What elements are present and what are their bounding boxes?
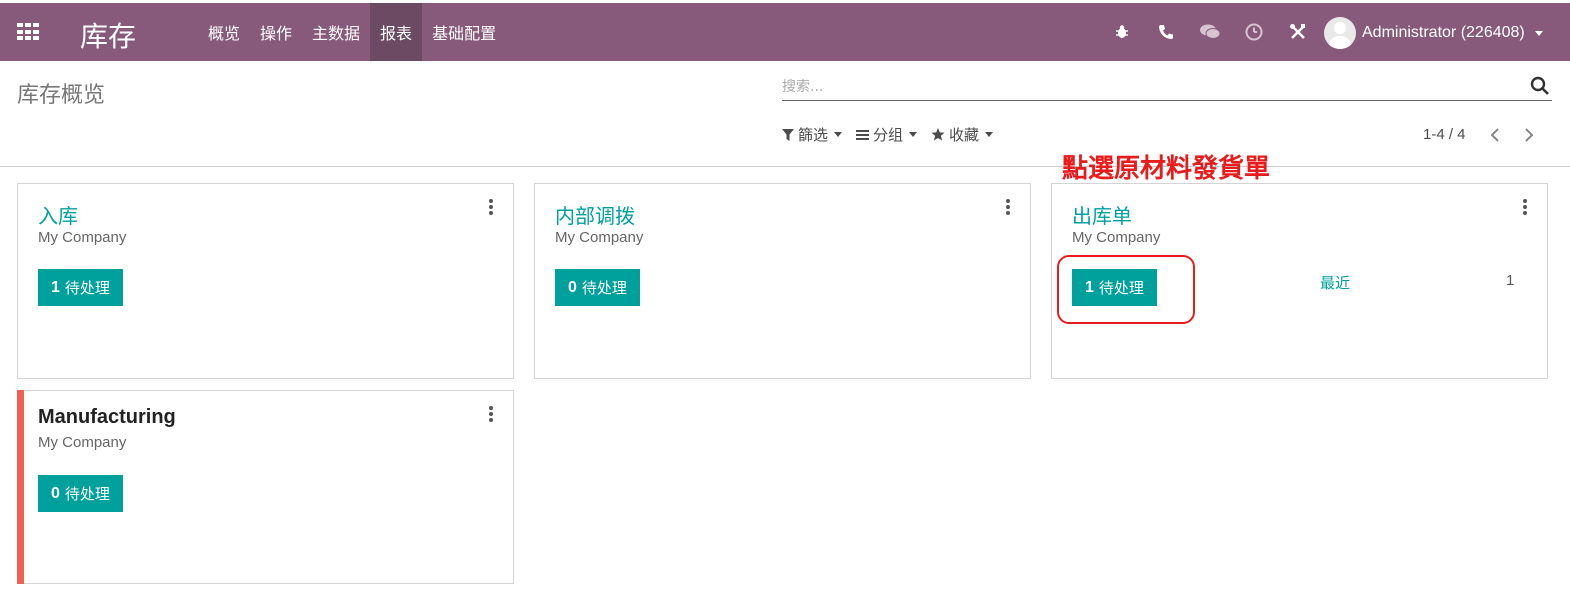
pending-label: 待处理 [64, 279, 110, 297]
recent-count: 1 [1506, 272, 1515, 289]
top-navbar: 库存 概览 操作 主数据 报表 基础配置 Administrator (2264… [0, 3, 1570, 61]
user-name: Administrator (226408) [1362, 24, 1525, 41]
group-by-button[interactable]: 分组 [856, 124, 918, 145]
tools-icon[interactable] [1276, 3, 1320, 61]
main-menu: 概览 操作 主数据 报表 基础配置 [198, 3, 506, 61]
operation-card-delivery: 出库单 My Company 1 待处理 最近 1 [1051, 183, 1548, 379]
favorites-button[interactable]: 收藏 [931, 124, 994, 145]
chevron-left-icon[interactable] [1486, 126, 1504, 144]
card-company: My Company [38, 229, 127, 246]
pending-button[interactable]: 1 待处理 [38, 269, 123, 306]
card-title[interactable]: 出库单 [1072, 200, 1132, 229]
menu-item-configuration[interactable]: 基础配置 [422, 3, 506, 61]
clock-icon[interactable] [1232, 3, 1276, 61]
card-company: My Company [38, 434, 127, 451]
user-menu[interactable]: Administrator (226408) [1324, 16, 1543, 50]
menu-item-reporting[interactable]: 报表 [370, 3, 423, 61]
search-bar [782, 73, 1552, 101]
pager-value[interactable]: 1-4 / 4 [1423, 126, 1466, 143]
chevron-right-icon[interactable] [1520, 126, 1538, 144]
card-title[interactable]: 内部调拨 [555, 200, 635, 229]
chevron-down-icon [909, 132, 918, 137]
operation-card-internal: 内部调拨 My Company 0 待处理 [534, 183, 1031, 379]
operation-card-receipts: 入库 My Company 1 待处理 [17, 183, 514, 379]
app-brand[interactable]: 库存 [80, 15, 136, 55]
chevron-down-icon [985, 132, 994, 137]
search-options: 篩选 分组 收藏 [782, 124, 1007, 145]
bug-icon[interactable] [1100, 3, 1144, 61]
pending-count: 1 [1085, 278, 1094, 296]
pending-label: 待处理 [1098, 279, 1144, 297]
menu-item-overview[interactable]: 概览 [198, 3, 250, 61]
pending-count: 1 [51, 278, 60, 296]
pending-button[interactable]: 0 待处理 [555, 269, 640, 306]
page-title: 库存概览 [17, 83, 106, 108]
filter-icon [782, 128, 794, 141]
pending-label: 待处理 [581, 279, 627, 297]
card-title[interactable]: 入库 [38, 200, 78, 229]
systray [1100, 3, 1320, 61]
card-company: My Company [1072, 229, 1161, 246]
group-by-label: 分组 [873, 126, 904, 144]
pending-count: 0 [568, 278, 577, 296]
chat-icon[interactable] [1188, 3, 1232, 61]
pending-button[interactable]: 0 待处理 [38, 475, 123, 512]
list-icon [856, 129, 870, 140]
operation-card-manufacturing: Manufacturing My Company 0 待处理 [17, 390, 514, 584]
menu-item-operations[interactable]: 操作 [250, 3, 302, 61]
card-title[interactable]: Manufacturing [38, 406, 176, 429]
search-input[interactable] [782, 75, 1512, 99]
control-panel: 库存概览 篩选 分组 收藏 1-4 / 4 [0, 61, 1570, 167]
pending-label: 待处理 [64, 485, 110, 503]
phone-icon[interactable] [1144, 3, 1188, 61]
star-icon [931, 128, 945, 141]
card-color-bar [17, 390, 24, 584]
kebab-menu-icon[interactable] [487, 199, 495, 215]
filter-label: 篩选 [798, 126, 829, 144]
avatar [1324, 17, 1356, 49]
menu-item-master-data[interactable]: 主数据 [302, 3, 370, 61]
chevron-down-icon [1534, 30, 1543, 36]
recent-link[interactable]: 最近 [1320, 272, 1350, 293]
filter-button[interactable]: 篩选 [782, 124, 843, 145]
favorites-label: 收藏 [949, 126, 980, 144]
apps-menu-icon[interactable] [17, 23, 41, 41]
annotation-text: 點選原材料發貨單 [1062, 154, 1271, 184]
kebab-menu-icon[interactable] [1521, 199, 1529, 215]
pending-count: 0 [51, 484, 60, 502]
pending-button[interactable]: 1 待处理 [1072, 269, 1157, 306]
kebab-menu-icon[interactable] [487, 406, 495, 422]
chevron-down-icon [834, 132, 843, 137]
kebab-menu-icon[interactable] [1004, 199, 1012, 215]
card-company: My Company [555, 229, 644, 246]
search-icon[interactable] [1530, 76, 1550, 96]
